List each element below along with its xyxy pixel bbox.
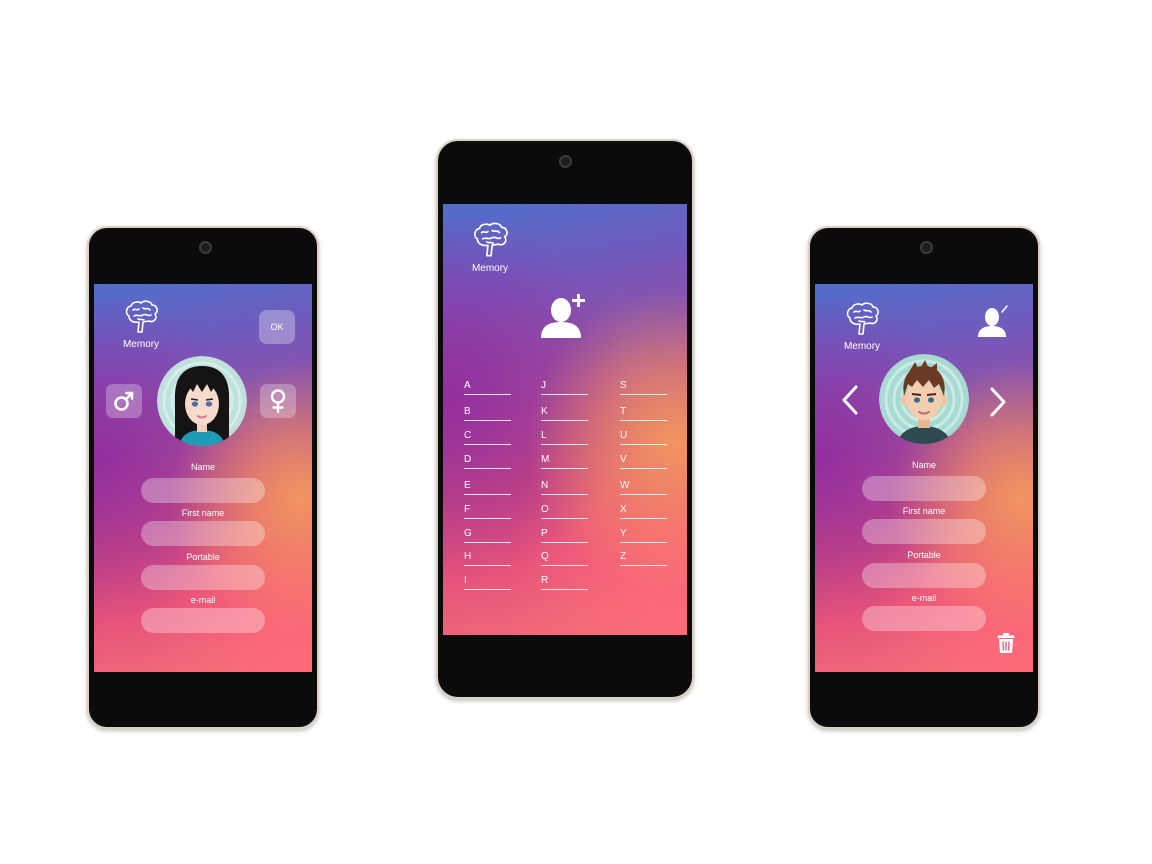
phone-contact-index: Memory ABCDEFGHI JKLMNOPQR STUVWXYZ	[436, 139, 694, 699]
alphabet-letter[interactable]: O	[541, 504, 588, 519]
app-logo-label: Memory	[471, 263, 509, 274]
portable-input[interactable]	[141, 565, 265, 590]
delete-button[interactable]	[997, 633, 1017, 655]
name-input[interactable]	[862, 476, 986, 501]
avatar-female[interactable]	[157, 356, 247, 446]
alphabet-letter[interactable]: N	[541, 480, 588, 495]
phone-edit-contact: Memory Name First name Portable e-mail	[808, 226, 1040, 729]
alphabet-letter[interactable]: B	[464, 406, 511, 421]
alphabet-letter[interactable]: A	[464, 380, 511, 395]
brain-icon	[473, 222, 508, 257]
alphabet-letter[interactable]: T	[620, 406, 667, 421]
male-icon	[114, 391, 134, 411]
screen-edit-contact: Memory Name First name Portable e-mail	[815, 284, 1033, 672]
avatar-male[interactable]	[879, 354, 969, 444]
name-label: Name	[911, 460, 936, 470]
add-contact-icon	[541, 294, 585, 338]
alphabet-letter[interactable]: W	[620, 480, 667, 495]
alphabet-letter[interactable]: L	[541, 430, 588, 445]
alphabet-letter[interactable]: P	[541, 528, 588, 543]
female-avatar-image	[157, 356, 247, 446]
app-logo-label: Memory	[843, 341, 881, 352]
alphabet-letter[interactable]: Z	[620, 551, 667, 566]
female-button[interactable]	[260, 384, 296, 418]
email-input[interactable]	[862, 606, 986, 631]
chevron-left-icon	[842, 385, 858, 415]
female-icon	[270, 389, 286, 414]
male-button[interactable]	[106, 384, 142, 418]
brain-icon	[846, 302, 879, 335]
alphabet-letter[interactable]: S	[620, 380, 667, 395]
alphabet-letter[interactable]: R	[541, 575, 588, 590]
alphabet-letter[interactable]: F	[464, 504, 511, 519]
alphabet-letter[interactable]: D	[464, 454, 511, 469]
edit-contact-icon	[978, 305, 1008, 337]
email-input[interactable]	[141, 608, 265, 633]
alphabet-letter[interactable]: X	[620, 504, 667, 519]
screen-create-contact: Memory OK Name First name Portable e-mai…	[94, 284, 312, 672]
app-logo-label: Memory	[122, 339, 160, 350]
front-camera	[920, 241, 933, 254]
alphabet-letter[interactable]: Q	[541, 551, 588, 566]
alphabet-letter[interactable]: U	[620, 430, 667, 445]
name-label: Name	[190, 462, 215, 472]
app-logo: Memory	[465, 220, 515, 274]
email-label: e-mail	[190, 595, 216, 605]
male-avatar-image	[879, 354, 969, 444]
portable-label: Portable	[907, 550, 941, 560]
alphabet-letter[interactable]: K	[541, 406, 588, 421]
first-name-input[interactable]	[141, 521, 265, 546]
alphabet-letter[interactable]: I	[464, 575, 511, 590]
ok-button[interactable]: OK	[259, 310, 295, 344]
alphabet-letter[interactable]: Y	[620, 528, 667, 543]
brain-icon	[125, 300, 158, 333]
portable-label: Portable	[186, 552, 220, 562]
first-name-input[interactable]	[862, 519, 986, 544]
alphabet-letter[interactable]: J	[541, 380, 588, 395]
email-label: e-mail	[911, 593, 937, 603]
previous-arrow[interactable]	[839, 384, 861, 421]
alphabet-letter[interactable]: M	[541, 454, 588, 469]
front-camera	[199, 241, 212, 254]
screen-contact-index: Memory ABCDEFGHI JKLMNOPQR STUVWXYZ	[443, 204, 687, 635]
alphabet-letter[interactable]: E	[464, 480, 511, 495]
app-logo: Memory	[838, 300, 886, 352]
phone-create-contact: Memory OK Name First name Portable e-mai…	[87, 226, 319, 729]
first-name-label: First name	[181, 508, 225, 518]
trash-icon	[997, 633, 1015, 653]
front-camera	[559, 155, 572, 168]
alphabet-letter[interactable]: C	[464, 430, 511, 445]
add-contact-button[interactable]	[539, 290, 593, 340]
next-arrow[interactable]	[987, 386, 1009, 423]
alphabet-letter[interactable]: V	[620, 454, 667, 469]
name-input[interactable]	[141, 478, 265, 503]
first-name-label: First name	[902, 506, 946, 516]
edit-contact-button[interactable]	[975, 304, 1013, 338]
alphabet-letter[interactable]: H	[464, 551, 511, 566]
chevron-right-icon	[990, 387, 1006, 417]
portable-input[interactable]	[862, 563, 986, 588]
app-logo: Memory	[117, 298, 165, 350]
alphabet-letter[interactable]: G	[464, 528, 511, 543]
